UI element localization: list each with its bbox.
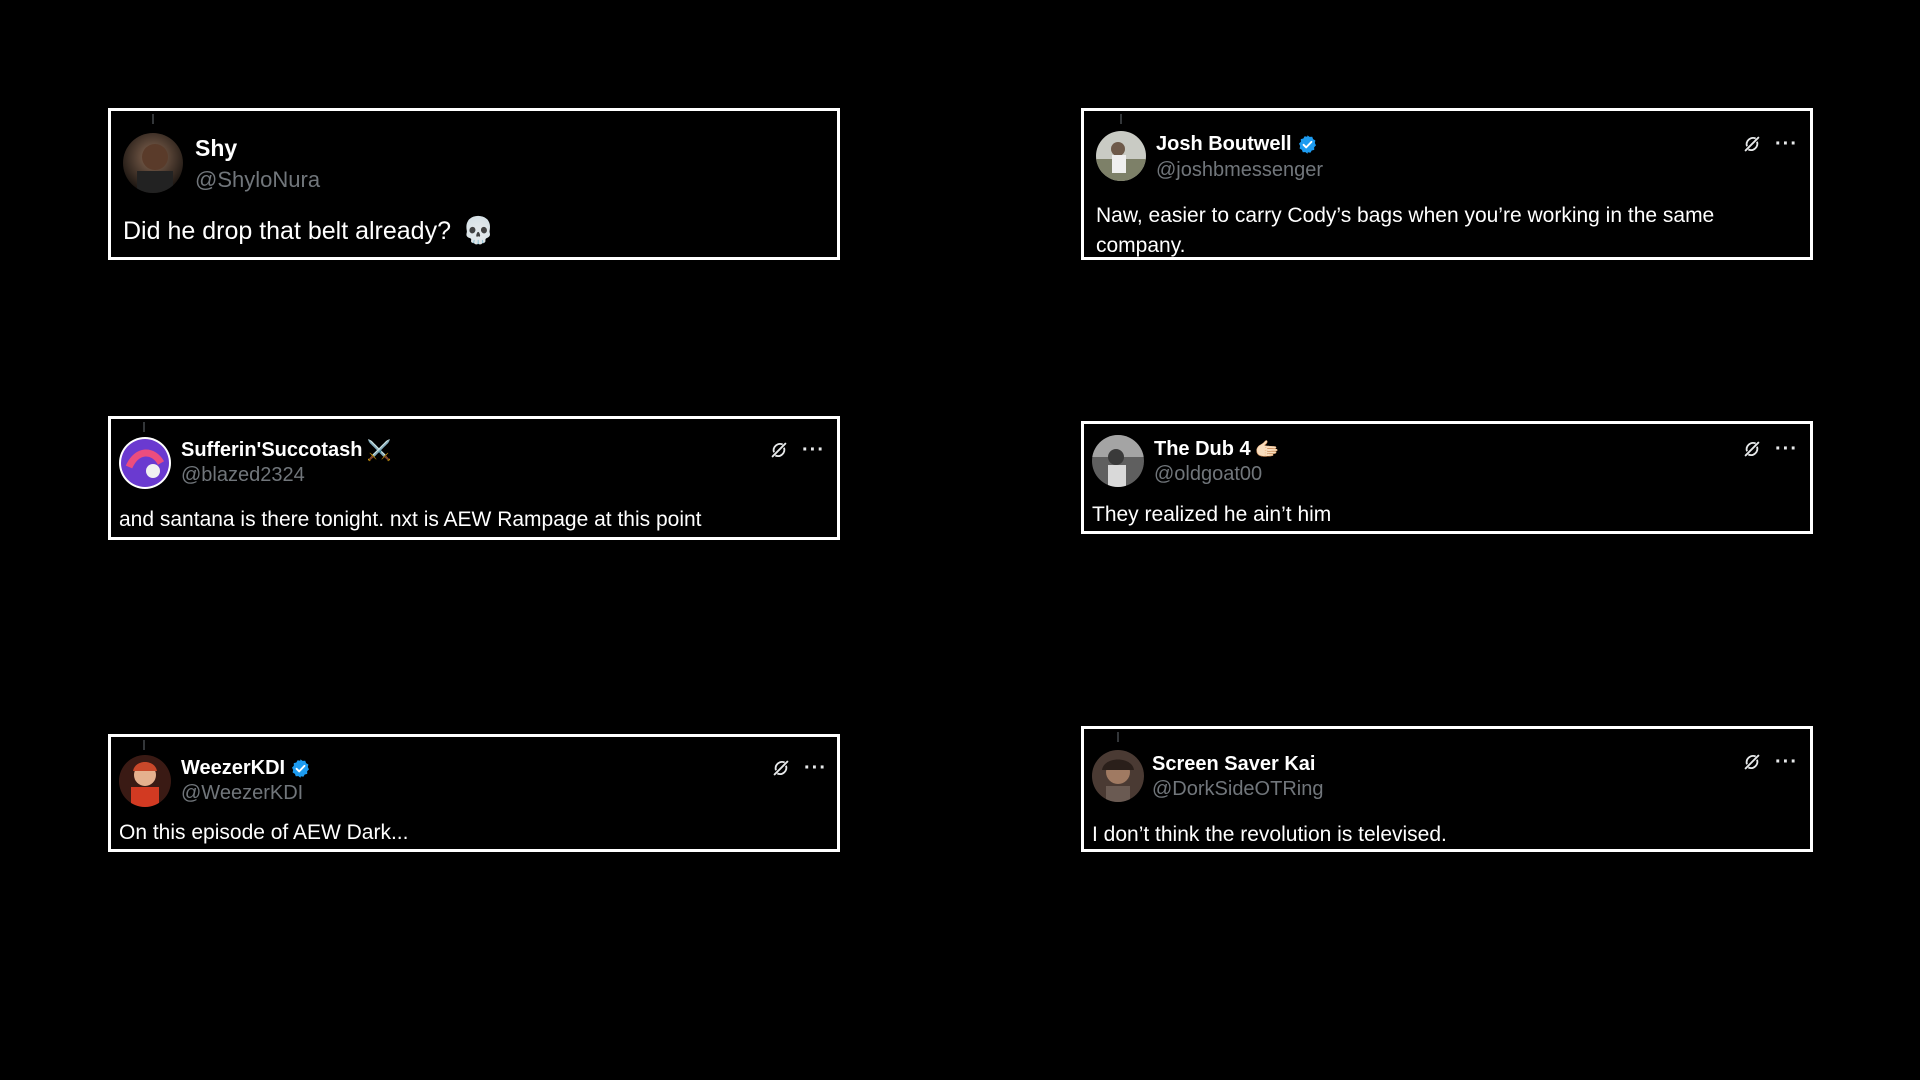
more-icon[interactable]: ··· xyxy=(802,440,825,460)
handle[interactable]: @ShyloNura xyxy=(195,167,320,193)
hand-emoji: 🫱🏻 xyxy=(1254,438,1280,461)
avatar[interactable] xyxy=(1096,131,1146,181)
thread-line xyxy=(152,114,154,124)
avatar[interactable] xyxy=(1092,750,1144,802)
avatar[interactable] xyxy=(119,437,171,489)
tweet-actions: ··· xyxy=(1741,438,1798,460)
grok-icon[interactable] xyxy=(768,439,790,461)
tweet-text: Naw, easier to carry Cody’s bags when yo… xyxy=(1096,204,1715,257)
skull-emoji: 💀 xyxy=(461,215,495,245)
display-name[interactable]: Josh Boutwell xyxy=(1156,133,1292,156)
swords-emoji: ⚔️ xyxy=(366,439,392,462)
handle[interactable]: @joshbmessenger xyxy=(1156,159,1323,182)
more-icon[interactable]: ··· xyxy=(1775,134,1798,154)
tweet-card-weezerkdi[interactable]: WeezerKDI @WeezerKDI ··· On this episode… xyxy=(108,734,840,852)
tweet-text: Did he drop that belt already? 💀 xyxy=(123,216,494,246)
grok-icon[interactable] xyxy=(1741,751,1763,773)
more-icon[interactable]: ··· xyxy=(804,758,827,778)
tweet-text: I don’t think the revolution is televise… xyxy=(1092,823,1447,846)
tweet-card-the-dub-4[interactable]: The Dub 4 🫱🏻 @oldgoat00 ··· They realize… xyxy=(1081,421,1813,534)
display-name[interactable]: WeezerKDI xyxy=(181,757,285,780)
handle[interactable]: @oldgoat00 xyxy=(1154,463,1262,486)
handle[interactable]: @WeezerKDI xyxy=(181,782,303,805)
more-icon[interactable]: ··· xyxy=(1775,752,1798,772)
avatar[interactable] xyxy=(1092,435,1144,487)
handle[interactable]: @blazed2324 xyxy=(181,464,305,487)
tweet-actions: ··· xyxy=(768,439,825,461)
avatar[interactable] xyxy=(119,755,171,807)
display-name[interactable]: Screen Saver Kai xyxy=(1152,753,1315,776)
tweet-text: and santana is there tonight. nxt is AEW… xyxy=(119,508,702,531)
thread-line xyxy=(1117,732,1119,742)
tweet-card-shy[interactable]: Shy @ShyloNura Did he drop that belt alr… xyxy=(108,108,840,260)
tweet-text: On this episode of AEW Dark... xyxy=(119,821,409,844)
more-icon[interactable]: ··· xyxy=(1775,439,1798,459)
tweet-card-sufferin-succotash[interactable]: Sufferin'Succotash ⚔️ @blazed2324 ··· an… xyxy=(108,416,840,540)
tweet-card-screen-saver-kai[interactable]: Screen Saver Kai @DorkSideOTRing ··· I d… xyxy=(1081,726,1813,852)
display-name[interactable]: Shy xyxy=(195,135,237,162)
avatar[interactable] xyxy=(123,133,183,193)
grok-icon[interactable] xyxy=(1741,133,1763,155)
tweet-text: They realized he ain’t him xyxy=(1092,503,1332,526)
tweet-card-josh-boutwell[interactable]: Josh Boutwell @joshbmessenger ··· Naw, e… xyxy=(1081,108,1813,260)
display-name[interactable]: The Dub 4 xyxy=(1154,438,1251,461)
thread-line xyxy=(143,422,145,432)
verified-badge-icon xyxy=(1298,135,1316,154)
handle[interactable]: @DorkSideOTRing xyxy=(1152,778,1323,801)
thread-line xyxy=(1120,114,1122,124)
grok-icon[interactable] xyxy=(770,757,792,779)
thread-line xyxy=(143,740,145,750)
grok-icon[interactable] xyxy=(1741,438,1763,460)
tweet-actions: ··· xyxy=(1741,751,1798,773)
tweet-text-body: Did he drop that belt already? xyxy=(123,217,451,245)
display-name[interactable]: Sufferin'Succotash xyxy=(181,439,362,462)
tweet-actions: ··· xyxy=(770,757,827,779)
verified-badge-icon xyxy=(292,759,310,778)
tweet-actions: ··· xyxy=(1741,133,1798,155)
